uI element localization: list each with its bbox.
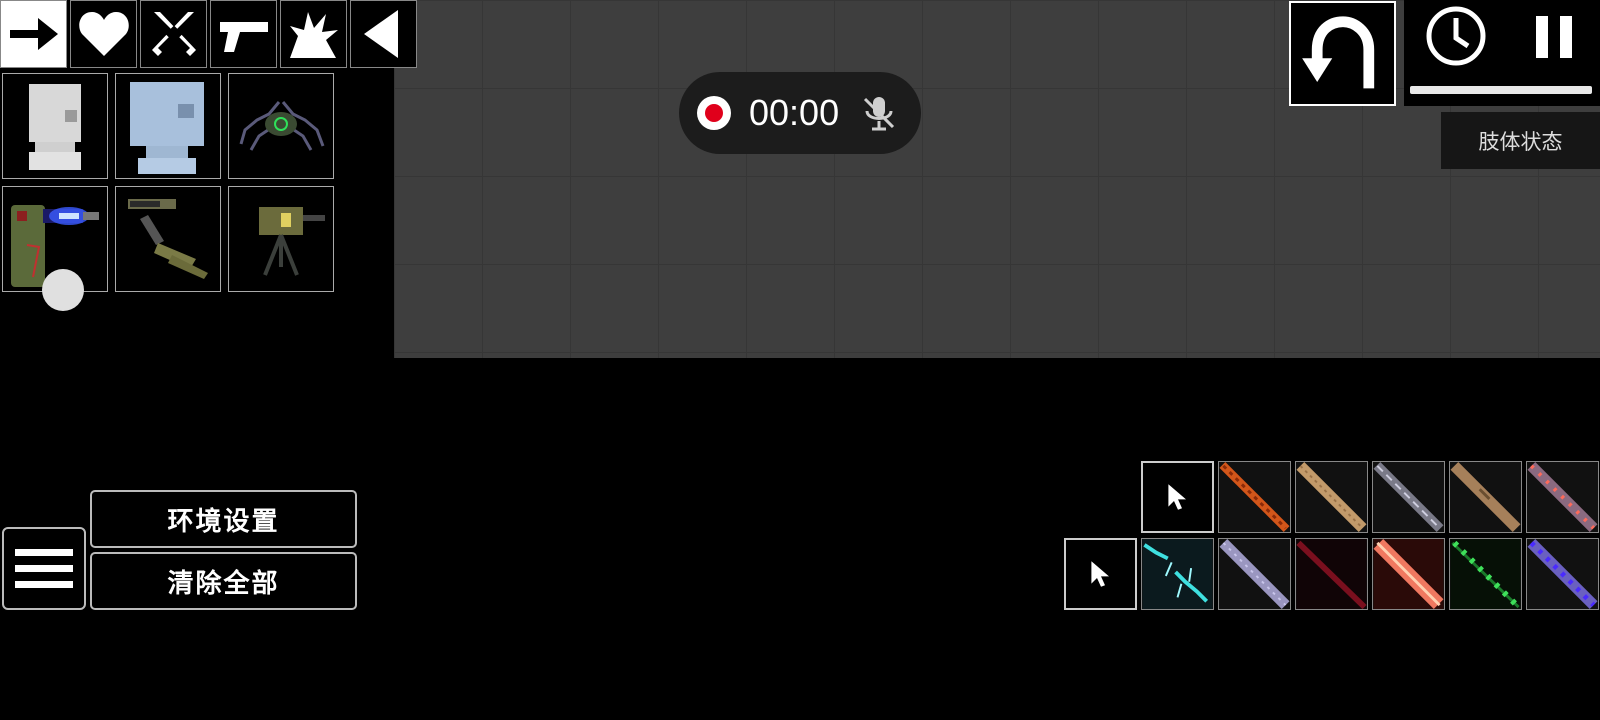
green-arrow-rod-tool[interactable] [1449,538,1522,610]
recording-time: 00:00 [749,92,840,133]
cursor-icon [1167,484,1186,510]
white-block-item[interactable] [2,73,108,179]
violet-arrow-rod-tool[interactable] [1526,538,1599,610]
environment-settings-button[interactable]: 环境设置 [90,490,357,548]
fire-rod-tool[interactable] [1218,461,1291,533]
hamburger-menu-icon [15,549,73,556]
category-firearms[interactable] [210,0,277,68]
undo-button[interactable] [1289,1,1396,106]
crossed-swords-icon [151,12,196,56]
blood-rod-tool[interactable] [1295,538,1368,610]
collapse-left-icon [363,10,398,58]
lilac-rod-tool[interactable] [1218,538,1291,610]
heart-icon [78,12,129,56]
cursor-icon [1090,561,1109,587]
category-collapse[interactable] [350,0,417,68]
tripod-turret-item[interactable] [228,186,334,292]
explosion-icon [289,12,338,58]
spider-bot-item[interactable] [228,73,334,179]
select-cursor-tool-2[interactable] [1064,538,1137,610]
time-controls [1404,0,1600,106]
menu-button[interactable] [2,527,86,610]
bronze-rod-tool[interactable] [1449,461,1522,533]
wood-rod-tool[interactable] [1295,461,1368,533]
time-scale-slider[interactable] [1410,86,1592,94]
ice-block-item[interactable] [115,73,221,179]
pistol-icon [219,22,268,52]
ice-shard-rod-tool[interactable] [1141,538,1214,610]
drag-handle[interactable] [42,269,84,311]
undo-icon [1301,15,1374,88]
category-health[interactable] [70,0,137,68]
category-explosives[interactable] [280,0,347,68]
mic-muted-icon[interactable] [859,93,899,133]
category-melee[interactable] [140,0,207,68]
select-cursor-tool[interactable] [1141,461,1214,533]
clock-icon[interactable] [1424,4,1488,68]
steel-rod-tool[interactable] [1372,461,1445,533]
item-grid [2,73,334,292]
rose-rod-tool[interactable] [1526,461,1599,533]
record-icon[interactable] [697,96,731,130]
pause-icon[interactable] [1530,12,1580,62]
arrow-icon [9,18,58,50]
screen-recorder[interactable]: 00:00 [679,72,921,154]
limb-status-button[interactable]: 肢体状态 [1441,112,1600,169]
category-arrow[interactable] [0,0,67,68]
clear-all-button[interactable]: 清除全部 [90,552,357,610]
category-bar [0,0,420,70]
mounted-gun-item[interactable] [115,186,221,292]
heat-rod-tool[interactable] [1372,538,1445,610]
